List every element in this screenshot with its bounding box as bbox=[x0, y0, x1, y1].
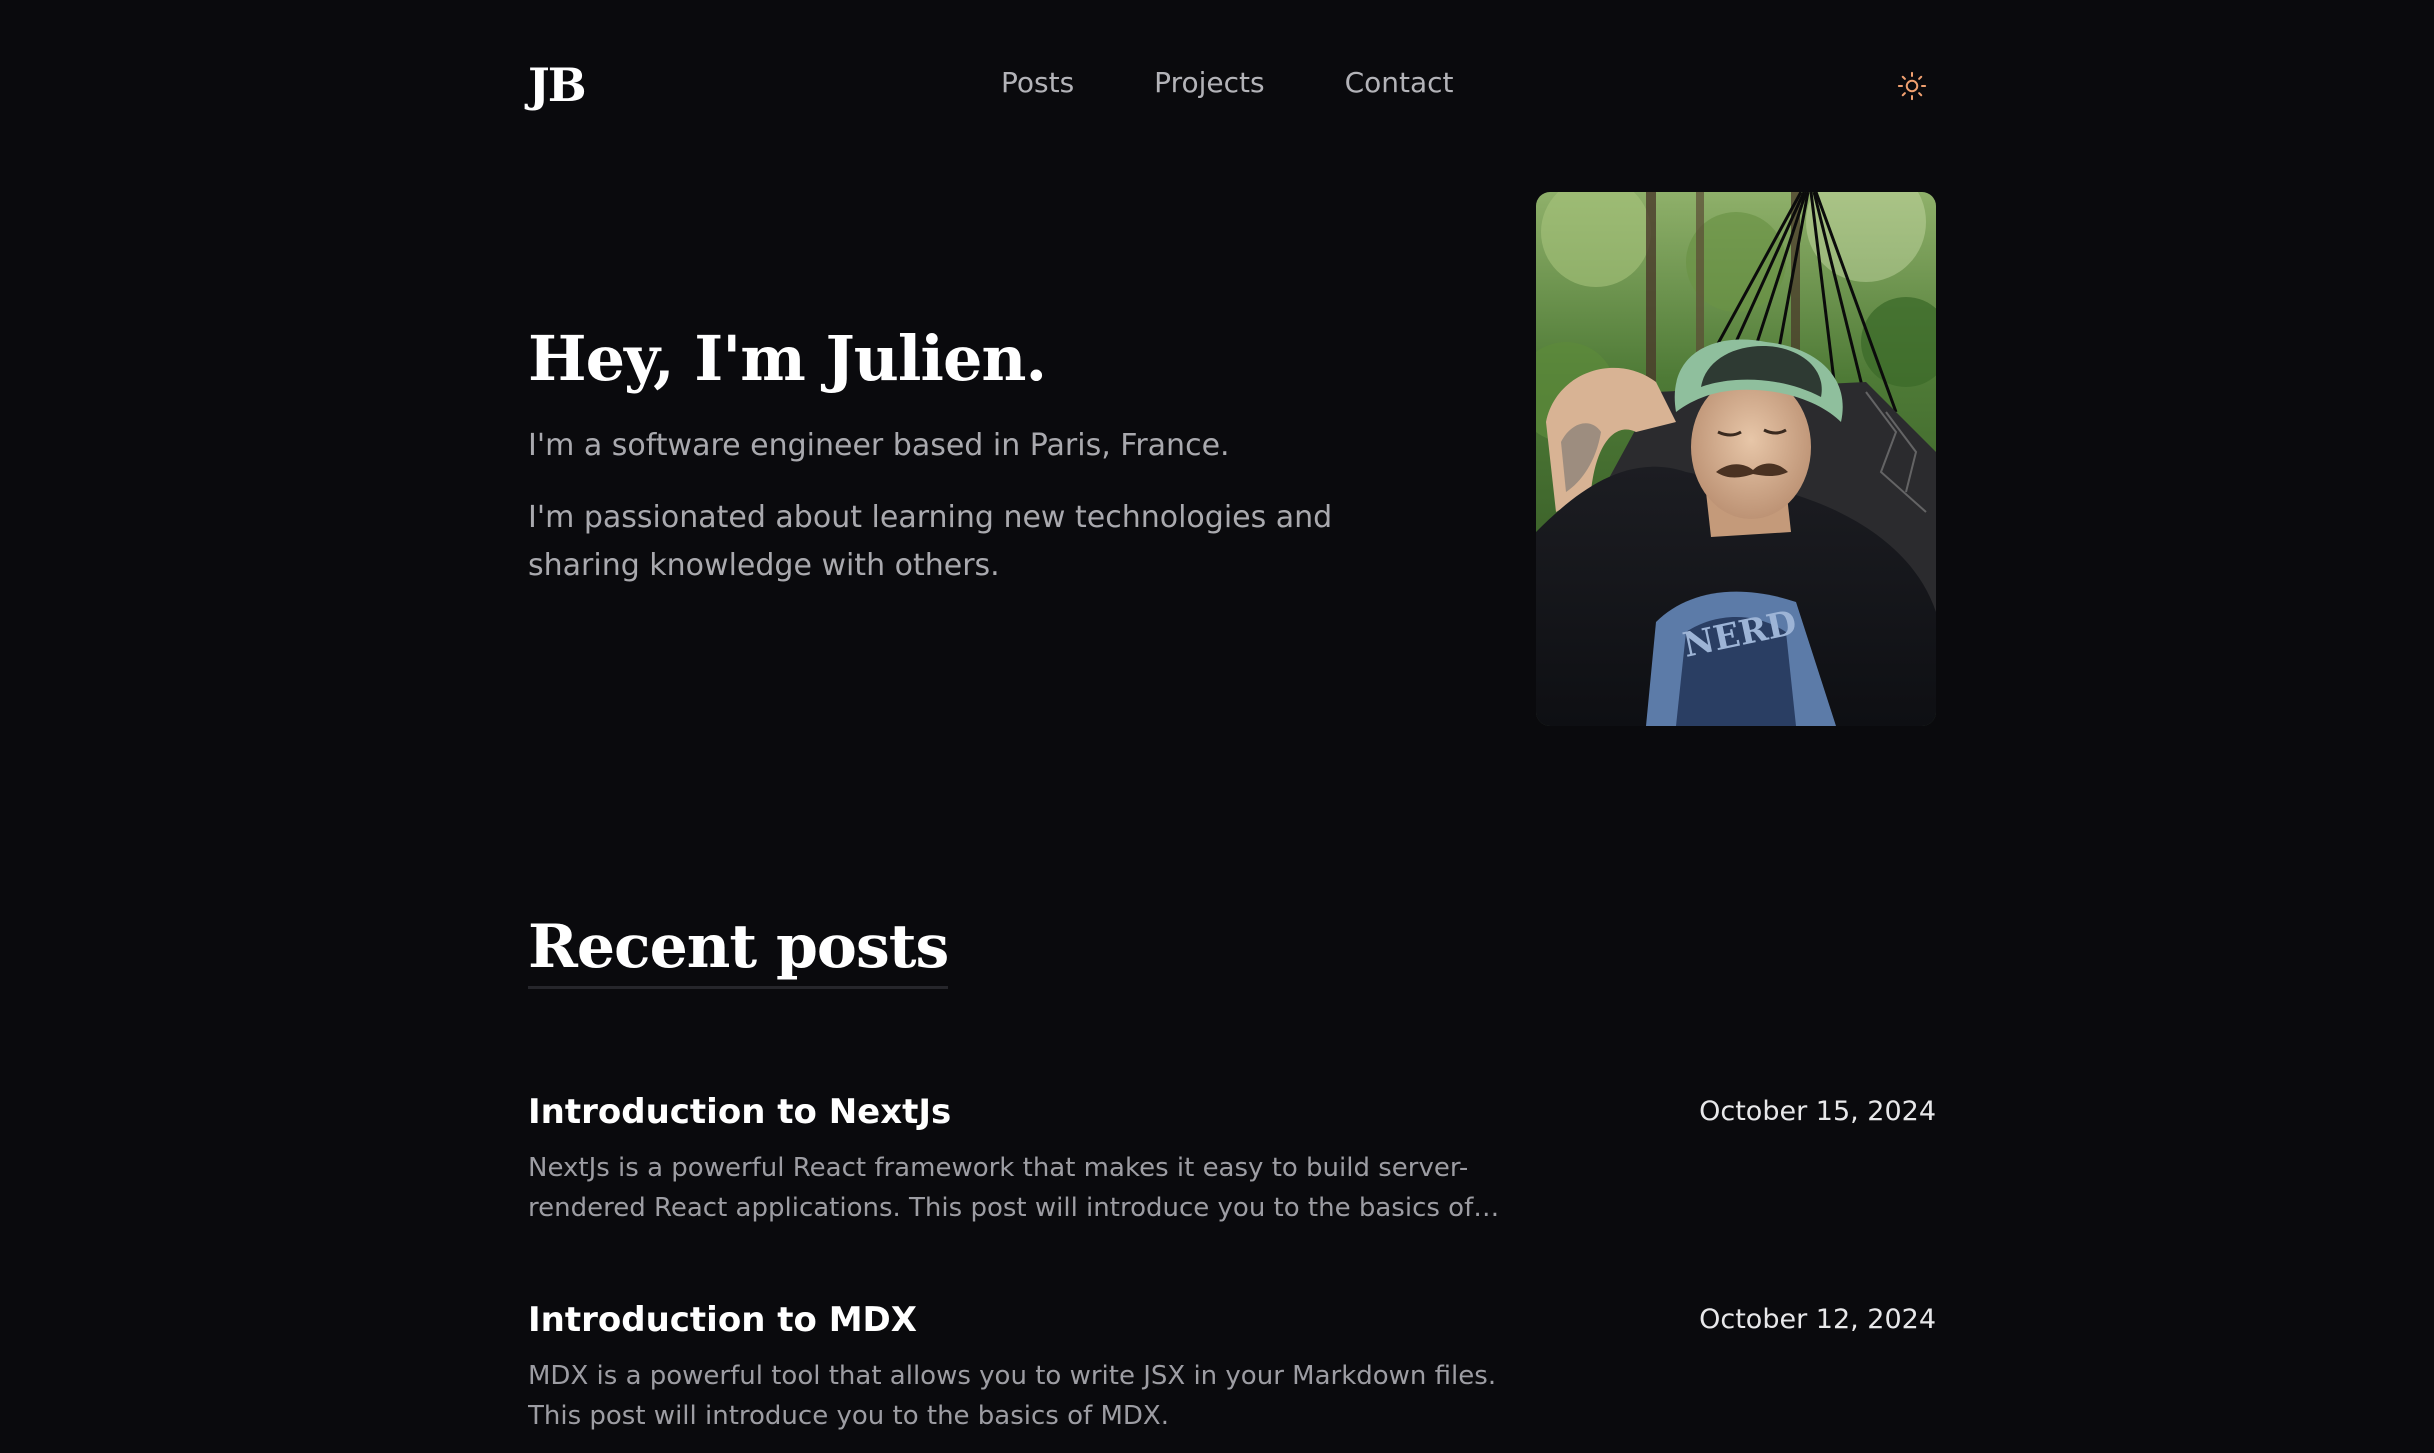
post-description: MDX is a powerful tool that allows you t… bbox=[528, 1361, 1497, 1431]
page: JB Posts Projects Contact Hey, I'm Julie… bbox=[0, 0, 2434, 1453]
post-title[interactable]: Introduction to MDX bbox=[528, 1300, 917, 1340]
site-logo[interactable]: JB bbox=[528, 58, 587, 112]
recent-posts-heading: Recent posts bbox=[528, 912, 949, 989]
sun-icon bbox=[1897, 71, 1927, 101]
post-item[interactable]: Introduction to MDX October 12, 2024 MDX… bbox=[528, 1300, 1936, 1453]
hero-subtitle: I'm a software engineer based in Paris, … bbox=[528, 428, 1230, 463]
post-title[interactable]: Introduction to NextJs bbox=[528, 1092, 951, 1132]
hero-description: I'm passionated about learning new techn… bbox=[528, 500, 1333, 583]
post-description: NextJs is a powerful React framework tha… bbox=[528, 1153, 1474, 1223]
nav-link-projects[interactable]: Projects bbox=[1154, 66, 1264, 99]
hero-title: Hey, I'm Julien. bbox=[528, 322, 1047, 395]
post-date: October 15, 2024 bbox=[1699, 1096, 1936, 1127]
main-nav: Posts Projects Contact bbox=[1001, 66, 1534, 99]
nav-link-posts[interactable]: Posts bbox=[1001, 66, 1074, 99]
post-item[interactable]: Introduction to NextJs October 15, 2024 … bbox=[528, 1092, 1936, 1262]
theme-toggle-button[interactable] bbox=[1888, 62, 1936, 110]
nav-link-contact[interactable]: Contact bbox=[1345, 66, 1454, 99]
profile-photo: NERD bbox=[1536, 192, 1936, 726]
site-header: JB Posts Projects Contact bbox=[528, 52, 1936, 122]
post-date: October 12, 2024 bbox=[1699, 1304, 1936, 1335]
